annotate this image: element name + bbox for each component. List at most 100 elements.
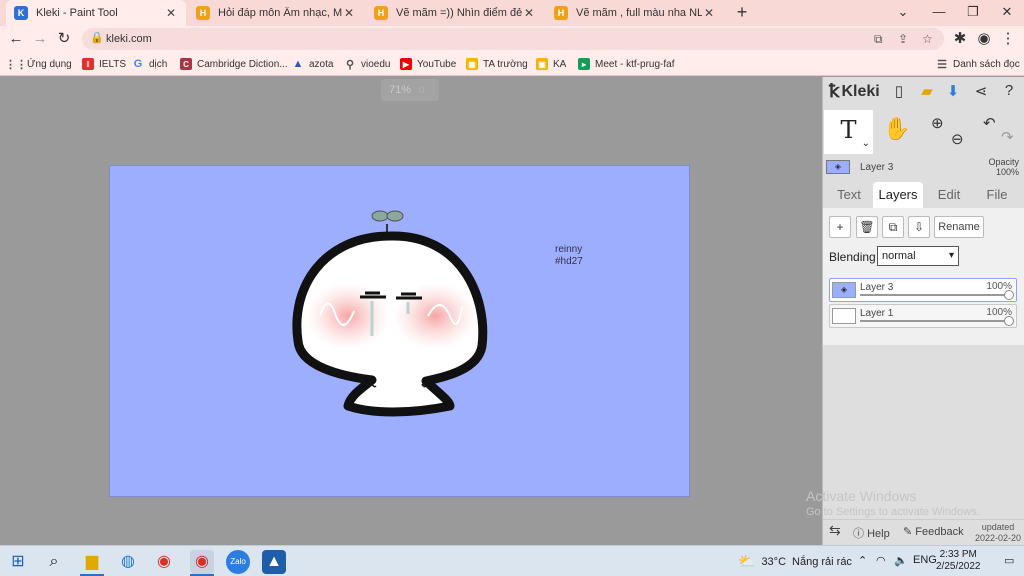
reload-icon[interactable]: ↻ <box>54 29 74 49</box>
kleki-top-bar: ꝁ Kleki ▯ ▰ ⬇ ⋖ ? <box>823 77 1024 105</box>
profile-avatar-icon[interactable]: ◉ <box>974 29 994 49</box>
browser-toolbar: ← → ↻ 🔒 kleki.com ⧉ ⇪ ☆ ✱ ◉ ⋮ <box>0 26 1024 52</box>
volume-icon[interactable]: 🔈 <box>894 554 908 567</box>
weather-temp: 33°C <box>761 555 787 568</box>
photos-icon[interactable]: ▲ <box>262 550 286 574</box>
tab-layers[interactable]: Layers <box>873 182 923 208</box>
text-tool-button[interactable]: T ⌄ <box>824 110 873 154</box>
notification-icon[interactable]: ▭ <box>1004 554 1014 567</box>
hand-tool-icon[interactable]: ✋ <box>883 116 910 142</box>
activate-windows-watermark: Activate Windows Go to Settings to activ… <box>806 488 980 518</box>
drawing-canvas[interactable]: reinny #hd27 <box>109 165 690 497</box>
bookmark-cambridge[interactable]: C Cambridge Diction... <box>180 56 288 72</box>
bookmark-ka[interactable]: ▣ KA <box>536 56 566 72</box>
window-close-icon[interactable]: ✕ <box>990 0 1024 26</box>
canvas-workspace[interactable]: 71% ◌ reinny #hd27 <box>0 77 822 545</box>
address-bar[interactable]: 🔒 kleki.com ⧉ ⇪ ☆ <box>82 28 944 50</box>
layer-opacity-slider[interactable] <box>860 294 1006 296</box>
edge-icon[interactable]: ◍ <box>116 550 140 574</box>
blending-label: Blending <box>829 250 876 264</box>
kleki-logo-text: Kleki <box>841 82 880 100</box>
layer-opacity-slider[interactable] <box>860 320 1006 322</box>
menu-kebab-icon[interactable]: ⋮ <box>998 29 1018 49</box>
rename-button[interactable]: Rename <box>934 216 984 238</box>
help-link[interactable]: ⓘ Help <box>853 525 890 541</box>
close-icon[interactable]: ✕ <box>164 6 178 20</box>
close-icon[interactable]: ✕ <box>702 6 716 20</box>
ielts-icon: I <box>82 58 94 70</box>
redo-icon[interactable]: ↷ <box>1001 128 1014 146</box>
undo-icon[interactable]: ↶ <box>983 114 996 132</box>
tab-file[interactable]: File <box>975 182 1019 208</box>
bookmark-meet[interactable]: ▸ Meet - ktf-prug-faf <box>578 56 674 72</box>
bookmark-apps[interactable]: ⋮⋮ Ứng dụng <box>5 56 72 72</box>
reset-zoom-icon[interactable]: ◌ <box>418 84 425 96</box>
blending-select[interactable]: normal ▾ <box>877 246 959 266</box>
system-clock[interactable]: 2:33 PM 2/25/2022 <box>936 549 981 573</box>
share-icon[interactable]: ⇪ <box>898 32 908 46</box>
tray-chevron-up-icon[interactable]: ⌃ <box>858 554 867 567</box>
bookmark-youtube[interactable]: ▶ YouTube <box>400 56 456 72</box>
updated-info[interactable]: updated 2022-02-20 <box>975 522 1021 544</box>
extensions-puzzle-icon[interactable]: ✱ <box>950 29 970 49</box>
download-icon[interactable]: ⬇ <box>943 82 963 100</box>
back-arrow-icon[interactable]: ← <box>6 29 26 49</box>
layer-name: Layer 1 <box>860 308 894 319</box>
zoom-out-icon[interactable]: ⊖ <box>951 130 964 148</box>
new-tab-button[interactable]: + <box>732 3 752 23</box>
current-layer-strip[interactable]: ◈ Layer 3 Opacity 100% <box>823 156 1024 181</box>
merge-down-button[interactable]: ⇩ <box>908 216 930 238</box>
tab-hoidap-amnhac[interactable]: H Hỏi đáp môn Âm nhạc, Mỹ thuật ✕ <box>188 0 364 26</box>
bookmark-ielts[interactable]: I IELTS <box>82 56 126 72</box>
tab-text[interactable]: Text <box>827 182 871 208</box>
tab-ve-mam-2[interactable]: H Vẽ mãm , full màu nha NL; Ác qu ✕ <box>546 0 724 26</box>
current-layer-opacity: Opacity 100% <box>988 157 1019 177</box>
close-icon[interactable]: ✕ <box>522 6 536 20</box>
bookmark-dich[interactable]: G dịch <box>132 56 168 72</box>
chrome-profile-icon[interactable]: ◉ <box>190 550 214 574</box>
chrome-icon[interactable]: ◉ <box>152 550 176 574</box>
file-explorer-icon[interactable]: ▆ <box>80 550 104 574</box>
wifi-icon[interactable]: ◠ <box>876 554 886 567</box>
zoom-indicator[interactable]: 71% ◌ <box>381 79 439 101</box>
open-folder-icon[interactable]: ▰ <box>917 82 937 100</box>
tab-ve-mam-1[interactable]: H Vẽ mãm =)) Nhìn điểm đẻ :) cầu ✕ <box>366 0 544 26</box>
new-image-icon[interactable]: ▯ <box>889 82 909 100</box>
close-icon[interactable]: ✕ <box>342 6 356 20</box>
reading-list[interactable]: ☰ Danh sách đọc <box>936 56 1020 72</box>
forward-arrow-icon[interactable]: → <box>30 29 50 49</box>
zalo-icon[interactable]: Zalo <box>226 550 250 574</box>
windows-start-icon[interactable]: ⊞ <box>6 550 30 574</box>
search-icon[interactable]: ⌕ <box>42 550 66 574</box>
bookmark-star-icon[interactable]: ☆ <box>922 32 933 46</box>
restore-icon[interactable]: ❐ <box>956 0 990 26</box>
watermark-title: Activate Windows <box>806 488 917 504</box>
add-layer-button[interactable]: + <box>829 216 851 238</box>
tab-edit[interactable]: Edit <box>927 182 971 208</box>
language-indicator[interactable]: ENG <box>913 554 937 566</box>
signature-line: #hd27 <box>555 256 583 267</box>
bookmark-azota[interactable]: ▲ azota <box>292 56 334 72</box>
zoom-in-icon[interactable]: ⊕ <box>931 114 944 132</box>
lock-icon[interactable]: 🔒 <box>90 31 104 44</box>
feedback-link[interactable]: ✎ Feedback <box>903 525 964 538</box>
bookmark-vioedu[interactable]: ⚲ vioedu <box>344 56 391 72</box>
tab-search-chevron-icon[interactable]: ⌄ <box>886 0 920 26</box>
tab-kleki[interactable]: K Kleki - Paint Tool ✕ <box>6 0 186 26</box>
minimize-icon[interactable]: — <box>922 0 956 26</box>
help-icon[interactable]: ? <box>999 82 1019 100</box>
translate-icon[interactable]: ⧉ <box>874 32 883 47</box>
delete-layer-button[interactable]: 🗑 <box>856 216 878 238</box>
kleki-logo[interactable]: ꝁ Kleki <box>829 81 880 102</box>
slider-knob[interactable] <box>1004 316 1014 326</box>
bookmark-ta-truong[interactable]: ▣ TA trường <box>466 56 528 72</box>
weather-widget[interactable]: ⛅ 33°C Nắng rải rác <box>738 553 852 570</box>
duplicate-layer-button[interactable]: ⧉ <box>882 216 904 238</box>
bookmarks-bar: ⋮⋮ Ứng dụng I IELTS G dịch C Cambridge D… <box>0 52 1024 76</box>
bookmark-label: Ứng dụng <box>27 58 72 70</box>
layer-row[interactable]: Layer 1 100% <box>829 304 1017 328</box>
share-icon[interactable]: ⋖ <box>971 82 991 100</box>
slider-knob[interactable] <box>1004 290 1014 300</box>
swap-arrows-icon[interactable]: ⇆ <box>829 522 841 539</box>
layer-row[interactable]: ◈ Layer 3 100% <box>829 278 1017 302</box>
